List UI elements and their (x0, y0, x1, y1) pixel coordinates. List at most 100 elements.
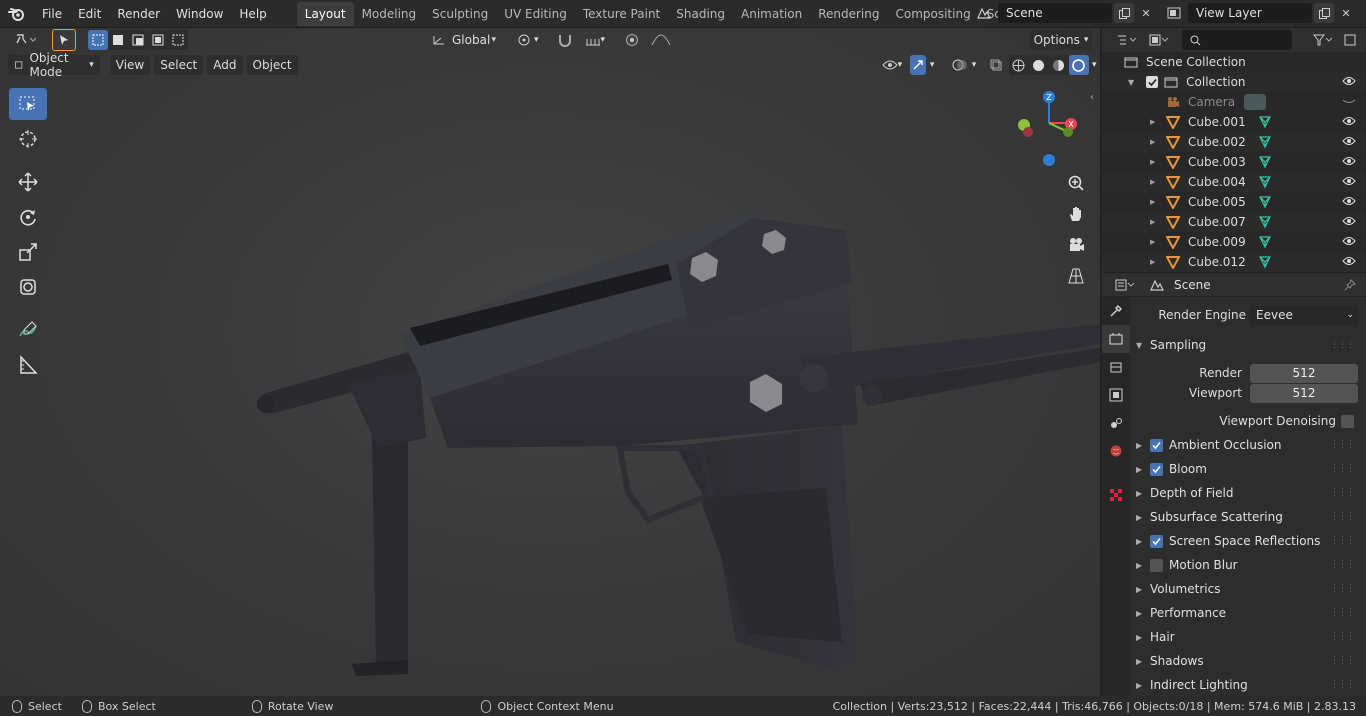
select-subtract-icon[interactable] (128, 30, 148, 50)
select-new-icon[interactable] (88, 30, 108, 50)
tab-sculpting[interactable]: Sculpting (424, 2, 496, 26)
xray-toggle[interactable] (988, 55, 1004, 75)
new-scene-button[interactable] (1114, 3, 1134, 23)
editor-type-icon[interactable] (8, 30, 42, 50)
object-menu[interactable]: Object (246, 55, 298, 75)
camera-data-icon[interactable] (1244, 94, 1266, 110)
menu-help[interactable]: Help (231, 0, 274, 28)
drag-handle-icon[interactable]: ⋮⋮⋮ (1330, 340, 1355, 350)
sampling-panel-header[interactable]: ▼ Sampling ⋮⋮⋮ (1132, 333, 1366, 357)
outliner-item-cube-003[interactable]: ▶ Cube.003 (1102, 152, 1366, 172)
tab-modeling[interactable]: Modeling (354, 2, 425, 26)
eye-icon[interactable] (1342, 255, 1356, 267)
expand-triangle-icon[interactable]: ▶ (1150, 158, 1160, 166)
outliner-item-cube-007[interactable]: ▶ Cube.007 (1102, 212, 1366, 232)
collection-checkbox[interactable] (1146, 76, 1159, 88)
panel-bloom[interactable]: ▶ Bloom ⋮⋮⋮ (1132, 457, 1366, 481)
drag-handle-icon[interactable]: ⋮⋮⋮ (1330, 560, 1355, 570)
panel-depth-of-field[interactable]: ▶ Depth of Field ⋮⋮⋮ (1132, 481, 1366, 505)
panel-subsurface-scattering[interactable]: ▶ Subsurface Scattering ⋮⋮⋮ (1132, 505, 1366, 529)
panel-performance[interactable]: ▶ Performance ⋮⋮⋮ (1132, 601, 1366, 625)
outliner-editor-type-icon[interactable] (1112, 30, 1142, 50)
panel-enable-checkbox[interactable] (1150, 534, 1163, 548)
transform-tool-icon[interactable] (9, 271, 47, 303)
output-properties-icon[interactable] (1102, 353, 1130, 381)
texture-properties-icon[interactable] (1102, 481, 1130, 509)
select-intersect-icon[interactable] (168, 30, 188, 50)
mesh-data-icon[interactable] (1258, 195, 1272, 209)
mesh-data-icon[interactable] (1258, 135, 1272, 149)
eye-closed-icon[interactable] (1342, 95, 1356, 107)
panel-ambient-occlusion[interactable]: ▶ Ambient Occlusion ⋮⋮⋮ (1132, 433, 1366, 457)
menu-edit[interactable]: Edit (70, 0, 109, 28)
view-layer-icon[interactable] (1164, 3, 1184, 23)
snap-toggle[interactable] (551, 30, 579, 50)
blender-logo-icon[interactable] (0, 0, 34, 28)
drag-handle-icon[interactable]: ⋮⋮⋮ (1330, 512, 1355, 522)
scene-name-field[interactable]: Scene (998, 3, 1112, 23)
drag-handle-icon[interactable]: ⋮⋮⋮ (1330, 632, 1355, 642)
sidebar-toggle-icon[interactable]: ‹ (1090, 92, 1094, 103)
drag-handle-icon[interactable]: ⋮⋮⋮ (1330, 656, 1355, 666)
expand-triangle-icon[interactable]: ▶ (1150, 198, 1160, 206)
falloff-dropdown[interactable] (645, 30, 677, 50)
panel-shadows[interactable]: ▶ Shadows ⋮⋮⋮ (1132, 649, 1366, 673)
outliner-item-cube-012[interactable]: ▶ Cube.012 (1102, 252, 1366, 272)
menu-file[interactable]: File (34, 0, 70, 28)
rendered-shading-icon[interactable] (1068, 55, 1089, 75)
select-box-tool-icon[interactable] (9, 88, 47, 120)
eye-icon[interactable] (1342, 235, 1356, 247)
measure-tool-icon[interactable] (9, 349, 47, 381)
outliner-item-cube-004[interactable]: ▶ Cube.004 (1102, 172, 1366, 192)
outliner-item-camera[interactable]: Camera (1102, 92, 1366, 112)
panel-volumetrics[interactable]: ▶ Volumetrics ⋮⋮⋮ (1132, 577, 1366, 601)
select-invert-icon[interactable] (148, 30, 168, 50)
eye-icon[interactable] (1342, 215, 1356, 227)
cursor-tool-icon[interactable] (9, 123, 47, 155)
shading-dropdown[interactable]: ▾ (1089, 55, 1100, 75)
add-menu[interactable]: Add (207, 55, 243, 75)
view-menu[interactable]: View (109, 55, 151, 75)
outliner-item-cube-005[interactable]: ▶ Cube.005 (1102, 192, 1366, 212)
expand-triangle-icon[interactable]: ▶ (1150, 238, 1160, 246)
panel-enable-checkbox[interactable] (1150, 558, 1163, 572)
tab-animation[interactable]: Animation (733, 2, 810, 26)
expand-triangle-icon[interactable]: ▼ (1128, 78, 1134, 87)
proportional-edit-toggle[interactable] (619, 30, 645, 50)
viewport-denoising-checkbox[interactable] (1341, 414, 1354, 428)
panel-enable-checkbox[interactable] (1150, 438, 1163, 452)
gizmo-dropdown[interactable]: ▾ (926, 55, 937, 75)
mode-dropdown[interactable]: Object Mode ▾ (8, 51, 100, 79)
expand-triangle-icon[interactable]: ▶ (1150, 218, 1160, 226)
tab-compositing[interactable]: Compositing (887, 2, 978, 26)
select-tool-icon[interactable] (52, 29, 76, 51)
snap-target-dropdown[interactable]: ▾ (579, 30, 612, 50)
perspective-toggle-icon[interactable] (1063, 263, 1089, 289)
drag-handle-icon[interactable]: ⋮⋮⋮ (1330, 536, 1355, 546)
filter-icon[interactable] (1308, 30, 1338, 50)
scene-collection-row[interactable]: Scene Collection (1102, 52, 1366, 72)
outliner-item-cube-009[interactable]: ▶ Cube.009 (1102, 232, 1366, 252)
eye-icon[interactable] (1342, 115, 1356, 127)
tool-settings-icon[interactable] (1102, 297, 1130, 325)
pivot-point-dropdown[interactable]: ▾ (510, 30, 545, 50)
panel-indirect-lighting[interactable]: ▶ Indirect Lighting ⋮⋮⋮ (1132, 673, 1366, 696)
select-menu[interactable]: Select (154, 55, 204, 75)
solid-shading-icon[interactable] (1028, 55, 1049, 75)
eye-icon[interactable] (1342, 135, 1356, 147)
delete-scene-icon[interactable]: ✕ (1136, 3, 1156, 23)
render-samples-field[interactable]: 512 (1250, 363, 1358, 383)
rotate-tool-icon[interactable] (9, 201, 47, 233)
expand-triangle-icon[interactable]: ▶ (1150, 118, 1160, 126)
drag-handle-icon[interactable]: ⋮⋮⋮ (1330, 488, 1355, 498)
scene-icon[interactable] (974, 3, 994, 23)
gizmo-toggle[interactable] (910, 55, 927, 75)
drag-handle-icon[interactable]: ⋮⋮⋮ (1330, 608, 1355, 618)
tab-rendering[interactable]: Rendering (810, 2, 887, 26)
overlays-toggle[interactable]: ▾ (946, 55, 983, 75)
move-tool-icon[interactable] (9, 166, 47, 198)
drag-handle-icon[interactable]: ⋮⋮⋮ (1330, 464, 1355, 474)
mesh-data-icon[interactable] (1258, 115, 1272, 129)
options-dropdown[interactable]: Options ▾ (1030, 30, 1092, 50)
world-properties-icon[interactable] (1102, 437, 1130, 465)
